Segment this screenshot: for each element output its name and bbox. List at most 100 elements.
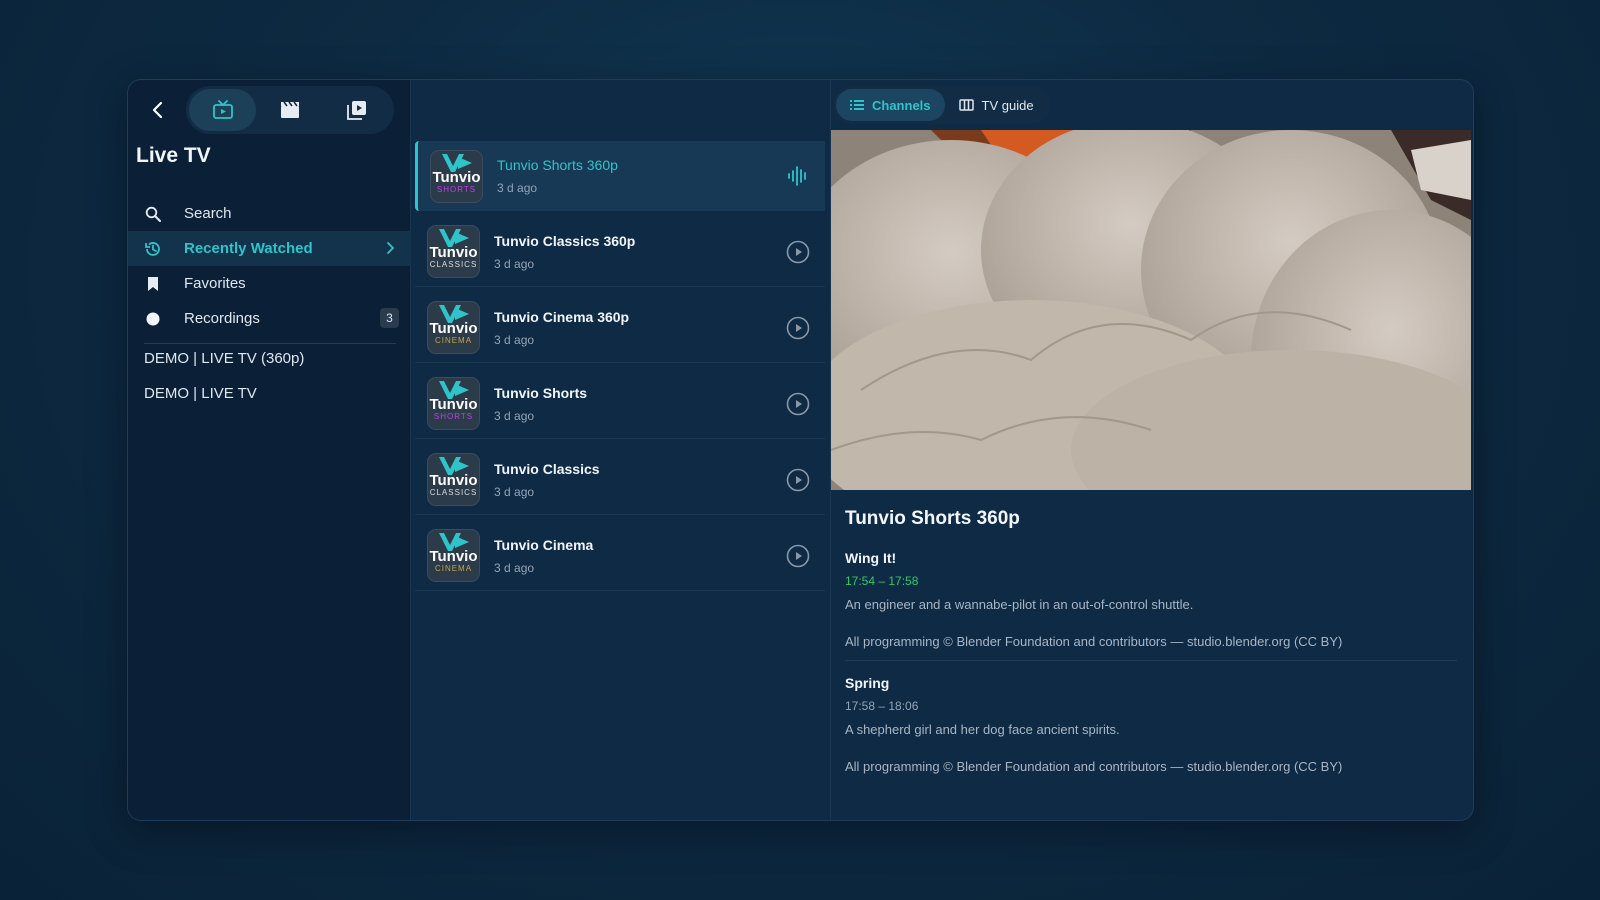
channel-list: Tunvio SHORTS Tunvio Shorts 360p 3 d ago Tun… bbox=[411, 80, 831, 820]
channel-row[interactable]: Tunvio SHORTS Tunvio Shorts 360p 3 d ago bbox=[415, 141, 825, 211]
channel-logo-wordmark: Tunvio bbox=[429, 548, 478, 565]
tab-label: TV guide bbox=[981, 97, 1034, 113]
channel-text: Tunvio Shorts 3 d ago bbox=[494, 385, 785, 423]
tab-channels[interactable]: Channels bbox=[836, 89, 945, 121]
channel-text: Tunvio Classics 360p 3 d ago bbox=[494, 233, 785, 271]
channel-name: Tunvio Cinema bbox=[494, 536, 594, 553]
program-title: Spring bbox=[845, 675, 890, 691]
live-tv-mode-button[interactable] bbox=[189, 89, 257, 131]
app-window: Live TV Search Recently Watched Favorite… bbox=[127, 79, 1474, 821]
sidebar-item-label: Recordings bbox=[184, 310, 260, 327]
sidebar-divider bbox=[144, 343, 396, 344]
play-circle-icon[interactable] bbox=[785, 391, 811, 417]
sidebar-topbar bbox=[136, 86, 394, 134]
group-item-live-tv[interactable]: DEMO | LIVE TV bbox=[144, 385, 257, 402]
play-circle-icon[interactable] bbox=[785, 315, 811, 341]
play-circle-icon[interactable] bbox=[785, 239, 811, 265]
sidebar-item-search[interactable]: Search bbox=[128, 196, 411, 231]
program-description: A shepherd girl and her dog face ancient… bbox=[845, 722, 1120, 737]
program-entry-next[interactable]: Spring 17:58 – 18:06 A shepherd girl and… bbox=[845, 675, 1455, 774]
channel-logo-subtitle: SHORTS bbox=[433, 412, 474, 421]
recordings-count-badge: 3 bbox=[380, 308, 399, 328]
program-time: 17:58 – 18:06 bbox=[845, 699, 919, 713]
program-time: 17:54 – 17:58 bbox=[845, 574, 919, 588]
channel-row[interactable]: Tunvio CLASSICS Tunvio Classics 360p 3 d ag… bbox=[415, 217, 825, 287]
channel-row[interactable]: Tunvio CINEMA Tunvio Cinema 3 d ago bbox=[415, 521, 825, 591]
channel-name: Tunvio Shorts 360p bbox=[497, 157, 618, 173]
video-library-icon bbox=[347, 101, 367, 120]
channel-last-watched: 3 d ago bbox=[494, 408, 535, 423]
sidebar-item-label: Favorites bbox=[184, 275, 246, 292]
channel-row[interactable]: Tunvio SHORTS Tunvio Shorts 3 d ago bbox=[415, 369, 825, 439]
program-entry-current[interactable]: Wing It! 17:54 – 17:58 An engineer and a… bbox=[845, 550, 1455, 649]
detail-panel: Channels TV guide Tunvio Shorts 360p Win… bbox=[831, 80, 1473, 820]
sidebar-item-recordings[interactable]: Recordings 3 bbox=[128, 301, 411, 336]
grid-guide-icon bbox=[958, 99, 974, 111]
sidebar-item-recently-watched[interactable]: Recently Watched bbox=[128, 231, 411, 266]
list-icon bbox=[850, 100, 864, 110]
channel-logo: Tunvio SHORTS bbox=[430, 149, 483, 203]
channel-logo: Tunvio CINEMA bbox=[427, 301, 480, 354]
tv-icon bbox=[212, 100, 233, 119]
channel-logo-wordmark: Tunvio bbox=[429, 396, 478, 413]
channel-last-watched: 3 d ago bbox=[494, 560, 535, 575]
channel-text: Tunvio Cinema 360p 3 d ago bbox=[494, 309, 785, 347]
movies-mode-button[interactable] bbox=[256, 89, 323, 131]
sidebar-item-favorites[interactable]: Favorites bbox=[128, 266, 411, 301]
channel-row[interactable]: Tunvio CINEMA Tunvio Cinema 360p 3 d ago bbox=[415, 293, 825, 363]
channel-logo-wordmark: Tunvio bbox=[432, 168, 481, 186]
channel-name: Tunvio Cinema 360p bbox=[494, 308, 630, 325]
video-player[interactable] bbox=[831, 130, 1471, 490]
channel-logo-wordmark: Tunvio bbox=[429, 472, 478, 489]
channel-logo-subtitle: CLASSICS bbox=[429, 488, 478, 497]
tab-label: Channels bbox=[872, 97, 931, 113]
bookmark-icon bbox=[142, 273, 164, 295]
group-item-live-tv-360p[interactable]: DEMO | LIVE TV (360p) bbox=[144, 350, 304, 367]
chevron-left-icon bbox=[152, 101, 163, 119]
sidebar-nav: Search Recently Watched Favorites Record… bbox=[128, 196, 411, 336]
program-title: Wing It! bbox=[845, 550, 897, 566]
channel-text: Tunvio Shorts 360p 3 d ago bbox=[497, 157, 785, 195]
channel-name: Tunvio Classics bbox=[494, 460, 600, 477]
channel-row[interactable]: Tunvio CLASSICS Tunvio Classics 3 d ago bbox=[415, 445, 825, 515]
page-title: Live TV bbox=[136, 144, 211, 167]
channel-logo-subtitle: SHORTS bbox=[436, 184, 477, 194]
video-frame-image bbox=[831, 130, 1471, 490]
channel-logo-subtitle: CINEMA bbox=[434, 564, 473, 573]
program-description: An engineer and a wannabe-pilot in an ou… bbox=[845, 597, 1194, 612]
chevron-right-icon bbox=[387, 242, 395, 254]
channel-last-watched: 3 d ago bbox=[494, 256, 535, 271]
channel-last-watched: 3 d ago bbox=[494, 484, 535, 499]
history-icon bbox=[142, 238, 164, 260]
channel-text: Tunvio Cinema 3 d ago bbox=[494, 537, 785, 575]
sidebar-item-label: Search bbox=[184, 205, 232, 222]
channel-logo-subtitle: CINEMA bbox=[434, 336, 473, 345]
channel-logo: Tunvio CLASSICS bbox=[427, 225, 480, 278]
play-circle-icon[interactable] bbox=[785, 467, 811, 493]
series-mode-button[interactable] bbox=[324, 89, 391, 131]
tab-tv-guide[interactable]: TV guide bbox=[945, 89, 1048, 121]
channel-text: Tunvio Classics 3 d ago bbox=[494, 461, 785, 499]
channel-logo: Tunvio CINEMA bbox=[427, 529, 480, 582]
program-divider bbox=[845, 660, 1457, 661]
mode-switcher bbox=[186, 86, 394, 134]
program-credit: All programming © Blender Foundation and… bbox=[845, 759, 1343, 774]
channel-logo-wordmark: Tunvio bbox=[429, 244, 478, 261]
sidebar: Live TV Search Recently Watched Favorite… bbox=[128, 80, 411, 820]
view-tabs: Channels TV guide bbox=[833, 86, 1051, 124]
channel-name: Tunvio Classics 360p bbox=[494, 232, 636, 249]
now-playing-icon bbox=[785, 163, 811, 189]
play-circle-icon[interactable] bbox=[785, 543, 811, 569]
channel-name: Tunvio Shorts bbox=[494, 384, 588, 401]
program-credit: All programming © Blender Foundation and… bbox=[845, 634, 1343, 649]
channel-logo-wordmark: Tunvio bbox=[429, 320, 478, 337]
channel-logo-subtitle: CLASSICS bbox=[429, 260, 478, 269]
channel-last-watched: 3 d ago bbox=[494, 332, 535, 347]
record-icon bbox=[142, 308, 164, 330]
search-icon bbox=[142, 203, 164, 225]
channel-logo: Tunvio CLASSICS bbox=[427, 453, 480, 506]
channel-logo: Tunvio SHORTS bbox=[427, 377, 480, 430]
channel-last-watched: 3 d ago bbox=[497, 181, 538, 195]
sidebar-item-label: Recently Watched bbox=[184, 240, 313, 257]
back-button[interactable] bbox=[136, 88, 180, 132]
